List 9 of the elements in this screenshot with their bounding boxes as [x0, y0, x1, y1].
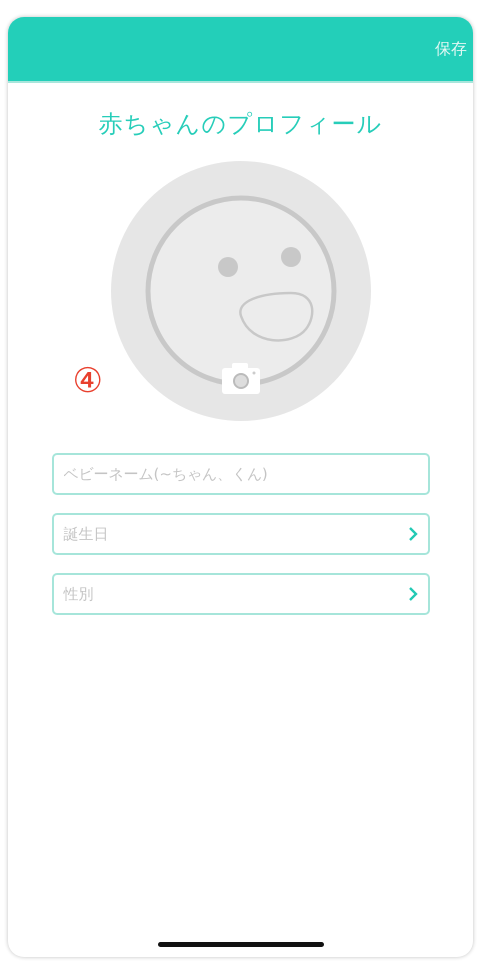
input-field[interactable]: ベビーネーム(~ちゃん、くん): [52, 453, 430, 495]
chevron-right-icon: [408, 526, 418, 542]
chevron-right-icon: [408, 586, 418, 602]
avatar-placeholder-drawing[interactable]: [110, 161, 370, 421]
page-title: 赤ちゃんのプロフィール: [98, 109, 382, 139]
save-button[interactable]: 保存: [435, 38, 467, 60]
step-number: ④: [72, 361, 103, 401]
select-field[interactable]: 誕生日: [52, 513, 430, 555]
select-field[interactable]: 性別: [52, 573, 430, 615]
